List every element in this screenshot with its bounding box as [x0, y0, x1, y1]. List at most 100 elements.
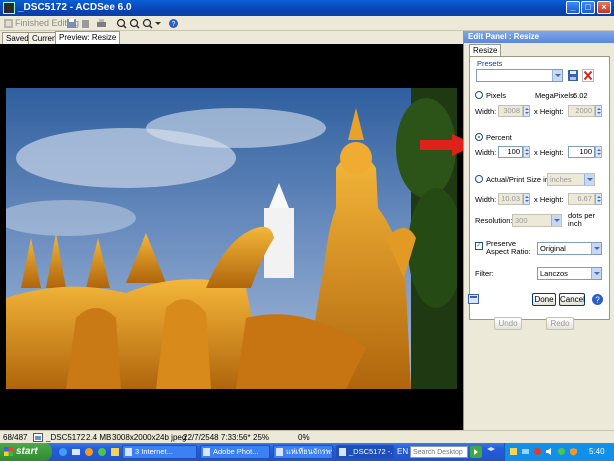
zoom-in-icon[interactable] — [116, 18, 127, 29]
chevron-down-icon — [551, 215, 561, 226]
chevron-down-icon — [552, 70, 562, 81]
task-photoshop[interactable]: Adobe Phot... — [200, 445, 270, 459]
status-filesize: 2.4 MB — [86, 433, 112, 442]
quick-launch-messenger-icon[interactable] — [97, 447, 107, 457]
minimize-button[interactable]: _ — [566, 1, 580, 14]
preserve-aspect-label: Preserve Aspect Ratio: — [486, 239, 531, 256]
pixel-height-spinner[interactable] — [595, 105, 602, 117]
undo-button[interactable]: Undo — [494, 317, 522, 330]
tab-resize[interactable]: Resize — [469, 44, 502, 56]
cancel-button[interactable]: Cancel — [559, 293, 585, 306]
percent-width-spinner[interactable] — [523, 146, 530, 158]
actual-width-spinner[interactable] — [523, 193, 530, 205]
aspect-ratio-dropdown[interactable]: Original — [537, 242, 602, 255]
tray-antivirus-icon[interactable] — [533, 447, 542, 456]
print-icon[interactable] — [96, 18, 107, 29]
megapixels-value: 6.02 — [573, 91, 588, 100]
taskbar: start 3 Internet... Adobe Phot... แห่เที… — [0, 443, 614, 461]
show-desktop-icon[interactable] — [485, 446, 497, 458]
language-indicator[interactable]: EN — [397, 447, 408, 456]
status-zoom: 25% — [253, 433, 270, 442]
acdsee-app-icon[interactable] — [3, 2, 15, 14]
tray-security-icon[interactable] — [569, 447, 578, 456]
percent-height-label: x Height: — [534, 148, 564, 157]
zoom-menu-icon[interactable] — [142, 18, 153, 29]
delete-preset-icon[interactable] — [582, 69, 594, 82]
status-index: 68/487 — [3, 433, 28, 442]
title-bar: _DSC5172 - ACDSee 6.0 _ □ × — [0, 0, 614, 16]
system-tray: 5:40 — [504, 443, 614, 461]
pixel-width-spinner[interactable] — [523, 105, 530, 117]
maximize-button[interactable]: □ — [581, 1, 595, 14]
pixel-height-field[interactable]: 2000 — [568, 105, 595, 117]
edit-panel-title: Edit Panel : Resize — [464, 31, 614, 43]
svg-text:?: ? — [172, 21, 176, 28]
save-preset-icon[interactable] — [567, 69, 579, 82]
actual-width-label: Width: — [475, 195, 497, 204]
actual-width-field[interactable]: 10.03 — [498, 193, 523, 205]
image-file-icon — [33, 433, 43, 442]
start-button[interactable]: start — [0, 443, 52, 461]
tab-preview-resize[interactable]: Preview: Resize — [55, 31, 121, 44]
zoom-out-icon[interactable] — [129, 18, 140, 29]
task-acdsee[interactable]: _DSC5172 -... — [336, 445, 394, 459]
tray-messenger-icon[interactable] — [557, 447, 566, 456]
quick-launch-ie-icon[interactable] — [58, 447, 68, 457]
status-filename: _DSC5172 — [46, 433, 86, 442]
status-date: 22/7/2548 7:33:56* — [183, 433, 251, 442]
actual-height-spinner[interactable] — [595, 193, 602, 205]
window-title: _DSC5172 - ACDSee 6.0 — [18, 2, 132, 13]
filter-value: Lanczos — [540, 269, 568, 278]
tray-app-icon[interactable] — [509, 447, 518, 456]
megapixels-label: MegaPixels: — [535, 91, 576, 100]
done-button[interactable]: Done — [532, 293, 556, 306]
finished-editing-icon[interactable] — [3, 18, 14, 29]
clock[interactable]: 5:40 — [589, 447, 605, 456]
preserve-aspect-checkbox[interactable]: ✓ — [475, 242, 483, 250]
task-thai-document[interactable]: แห่เทียนจักรพรร — [273, 445, 333, 459]
chevron-down-icon[interactable] — [153, 18, 164, 29]
units-dropdown[interactable]: inches — [547, 173, 595, 186]
windows-logo-icon — [4, 447, 13, 456]
actual-size-radio[interactable] — [475, 175, 483, 183]
edit-panel: Edit Panel : Resize Resize Presets Pixel… — [463, 31, 614, 430]
units-value: inches — [550, 175, 572, 184]
chevron-down-icon — [591, 268, 601, 279]
percent-height-spinner[interactable] — [595, 146, 602, 158]
percent-width-field[interactable]: 100 — [498, 146, 523, 158]
desktop-search-input[interactable] — [410, 446, 468, 458]
resolution-dropdown[interactable]: 300 — [512, 214, 562, 227]
quick-launch-app-icon[interactable] — [110, 447, 120, 457]
tray-network-icon[interactable] — [521, 447, 530, 456]
pixels-radio[interactable] — [475, 91, 483, 99]
actual-size-label: Actual/Print Size in: — [486, 175, 552, 184]
actual-height-field[interactable]: 6.67 — [568, 193, 595, 205]
close-button[interactable]: × — [597, 1, 611, 14]
status-dimensions: 3008x2000x24b jpeg — [112, 433, 187, 442]
resolution-value: 300 — [515, 216, 528, 225]
delete-icon[interactable] — [80, 18, 91, 29]
help-icon[interactable]: ? — [168, 18, 179, 29]
start-label: start — [16, 446, 38, 457]
pixel-width-field[interactable]: 3008 — [498, 105, 523, 117]
percent-radio[interactable] — [475, 133, 483, 141]
pixel-width-label: Width: — [475, 107, 497, 116]
redo-button[interactable]: Redo — [546, 317, 574, 330]
task-internet-explorer[interactable]: 3 Internet... — [122, 445, 197, 459]
pixel-height-label: x Height: — [534, 107, 564, 116]
quick-launch-desktop-icon[interactable] — [71, 447, 81, 457]
percent-height-field[interactable]: 100 — [568, 146, 595, 158]
search-go-icon[interactable] — [470, 446, 482, 458]
tray-volume-icon[interactable] — [545, 447, 554, 456]
quick-launch-media-icon[interactable] — [84, 447, 94, 457]
dpi-label: dots per inch — [568, 211, 596, 228]
percent-label: Percent — [486, 133, 512, 142]
filter-dropdown[interactable]: Lanczos — [537, 267, 602, 280]
aspect-ratio-value: Original — [540, 244, 566, 253]
save-icon[interactable] — [66, 18, 77, 29]
panel-options-icon[interactable] — [468, 294, 479, 304]
presets-dropdown[interactable] — [476, 69, 563, 82]
help-icon[interactable]: ? — [591, 293, 604, 306]
image-viewer[interactable] — [0, 44, 476, 430]
filter-label: Filter: — [475, 269, 494, 278]
